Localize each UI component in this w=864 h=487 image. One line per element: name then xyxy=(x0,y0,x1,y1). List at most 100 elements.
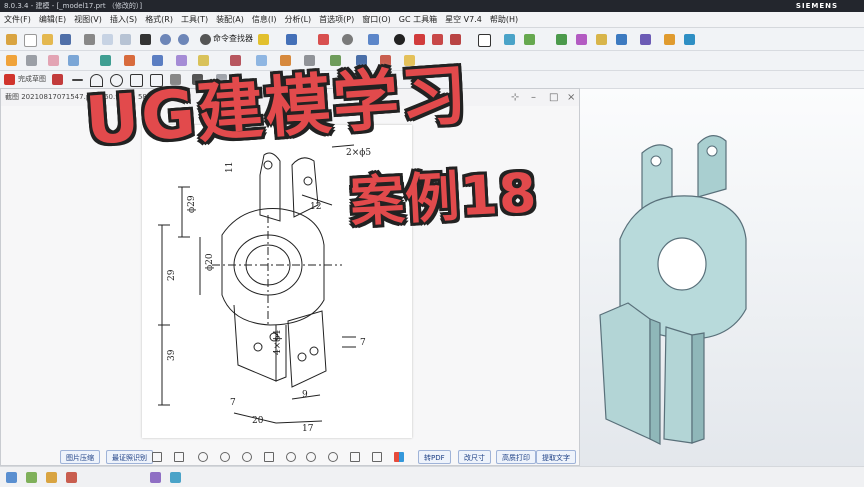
crop-icon[interactable] xyxy=(372,452,382,462)
unite-icon[interactable] xyxy=(100,55,111,66)
layer-icon[interactable] xyxy=(478,34,491,47)
menu-xingkong[interactable]: 星空 V7.4 xyxy=(441,12,486,27)
measure-icon[interactable] xyxy=(576,34,587,45)
redo-icon[interactable] xyxy=(178,34,189,45)
line-icon[interactable] xyxy=(72,79,83,81)
status-icon-5[interactable] xyxy=(150,472,161,483)
window-title: 8.0.3.4 - 建模 - [_model17.prt （修改的）] xyxy=(4,2,143,10)
rotate-right-icon[interactable] xyxy=(328,452,338,462)
prev-icon[interactable] xyxy=(242,452,252,462)
hole-icon[interactable] xyxy=(48,55,59,66)
dim-h39: 39 xyxy=(167,349,177,361)
dim-v11: 11 xyxy=(225,162,235,173)
profile-icon[interactable] xyxy=(52,74,63,85)
brand-logo: SIEMENS xyxy=(795,2,838,10)
menu-window[interactable]: 窗口(O) xyxy=(358,12,395,27)
slideshow-icon[interactable] xyxy=(264,452,274,462)
maximize-icon[interactable]: □ xyxy=(549,89,558,106)
viewer-bottom-toolbar: 图片压缩 最证照识别 转PDF 改尺寸 高质打印 提取文字 xyxy=(0,448,580,466)
menu-preferences[interactable]: 首选项(P) xyxy=(315,12,358,27)
boss-icon[interactable] xyxy=(68,55,79,66)
open-icon[interactable] xyxy=(42,34,53,45)
apps-icon[interactable] xyxy=(394,452,404,462)
next-icon[interactable] xyxy=(286,452,296,462)
status-icon-2[interactable] xyxy=(26,472,37,483)
zoom-out-icon[interactable] xyxy=(198,452,208,462)
shade-icon[interactable] xyxy=(342,34,353,45)
tools-icon[interactable] xyxy=(664,34,675,45)
status-icon-1[interactable] xyxy=(6,472,17,483)
wcs-icon[interactable] xyxy=(504,34,515,45)
id-photo-button[interactable]: 最证照识别 xyxy=(106,450,153,464)
to-pdf-button[interactable]: 转PDF xyxy=(418,450,451,464)
dim-v7: 7 xyxy=(360,338,366,348)
arrow-icon[interactable] xyxy=(616,34,627,45)
ocr-button[interactable]: 提取文字 xyxy=(536,450,576,464)
new-icon[interactable] xyxy=(24,34,37,47)
status-icon-4[interactable] xyxy=(66,472,77,483)
extrude-icon[interactable] xyxy=(6,55,17,66)
menu-analysis[interactable]: 分析(L) xyxy=(280,12,315,27)
status-icon-3[interactable] xyxy=(46,472,57,483)
fit-icon[interactable] xyxy=(318,34,329,45)
check-icon[interactable] xyxy=(556,34,567,45)
menu-view[interactable]: 视图(V) xyxy=(70,12,106,27)
dim-b7: 7 xyxy=(230,398,236,408)
constraint-icon[interactable] xyxy=(640,34,651,45)
dim-v9: 9 xyxy=(302,390,308,400)
undo-icon[interactable] xyxy=(160,34,171,45)
menu-insert[interactable]: 插入(S) xyxy=(106,12,141,27)
compress-button[interactable]: 图片压缩 xyxy=(60,450,100,464)
dim-w17: 17 xyxy=(302,424,314,434)
save-icon[interactable] xyxy=(60,34,71,45)
menu-tools[interactable]: 工具(T) xyxy=(177,12,212,27)
cube-icon[interactable] xyxy=(368,34,379,45)
dimension-icon[interactable] xyxy=(596,34,607,45)
paste-icon[interactable] xyxy=(120,34,131,45)
dim-d20: ϕ20 xyxy=(205,253,215,271)
dim-v12: 12 xyxy=(310,202,321,212)
rotate-left-icon[interactable] xyxy=(306,452,316,462)
command-finder-label[interactable]: 命令查找器 xyxy=(213,33,253,44)
status-icon-6[interactable] xyxy=(170,472,181,483)
revolve-icon[interactable] xyxy=(26,55,37,66)
menu-gc-toolbox[interactable]: GC 工具箱 xyxy=(395,12,441,27)
fit-icon[interactable] xyxy=(174,452,184,462)
zoom-in-icon[interactable] xyxy=(220,452,230,462)
render-icon[interactable] xyxy=(394,34,405,45)
print-button[interactable]: 高质打印 xyxy=(496,450,536,464)
menu-bar: 文件(F) 编辑(E) 视图(V) 插入(S) 格式(R) 工具(T) 装配(A) 信息(I)… xyxy=(0,12,864,28)
pin-icon[interactable]: ⊹ xyxy=(511,89,519,106)
menu-file[interactable]: 文件(F) xyxy=(0,12,35,27)
binoculars-icon[interactable] xyxy=(200,34,211,45)
menu-help[interactable]: 帮助(H) xyxy=(486,12,522,27)
finish-sketch-icon[interactable] xyxy=(4,74,15,85)
delete-icon[interactable] xyxy=(140,34,151,45)
menu-info[interactable]: 信息(I) xyxy=(248,12,281,27)
snap-icon[interactable] xyxy=(258,34,269,45)
resize-button[interactable]: 改尺寸 xyxy=(458,450,491,464)
cut-icon[interactable] xyxy=(84,34,95,45)
monitor-icon[interactable] xyxy=(152,452,162,462)
select-icon[interactable] xyxy=(286,34,297,45)
dim-w20: 20 xyxy=(252,416,264,426)
minimize-icon[interactable]: – xyxy=(531,89,536,106)
gear-icon[interactable] xyxy=(684,34,695,45)
menu-format[interactable]: 格式(R) xyxy=(141,12,177,27)
graphics-viewport[interactable] xyxy=(580,89,864,486)
file-icon[interactable] xyxy=(6,34,17,45)
menu-edit[interactable]: 编辑(E) xyxy=(35,12,70,27)
model-3d xyxy=(599,135,747,445)
feature-icon[interactable] xyxy=(524,34,535,45)
close-icon[interactable]: × xyxy=(567,89,575,106)
dim-d29: ϕ29 xyxy=(187,195,197,213)
finish-sketch-label[interactable]: 完成草图 xyxy=(18,74,46,84)
dim-holes-bottom: 4×ϕ4 xyxy=(273,330,283,355)
menu-assembly[interactable]: 装配(A) xyxy=(212,12,248,27)
copy-icon[interactable] xyxy=(102,34,113,45)
status-bar xyxy=(0,466,864,487)
title-bar: 8.0.3.4 - 建模 - [_model17.prt （修改的）] SIEM… xyxy=(0,0,864,12)
trash-icon[interactable] xyxy=(350,452,360,462)
overlay-subtitle: 案例18 xyxy=(348,161,539,234)
dim-h29: 29 xyxy=(167,269,177,281)
